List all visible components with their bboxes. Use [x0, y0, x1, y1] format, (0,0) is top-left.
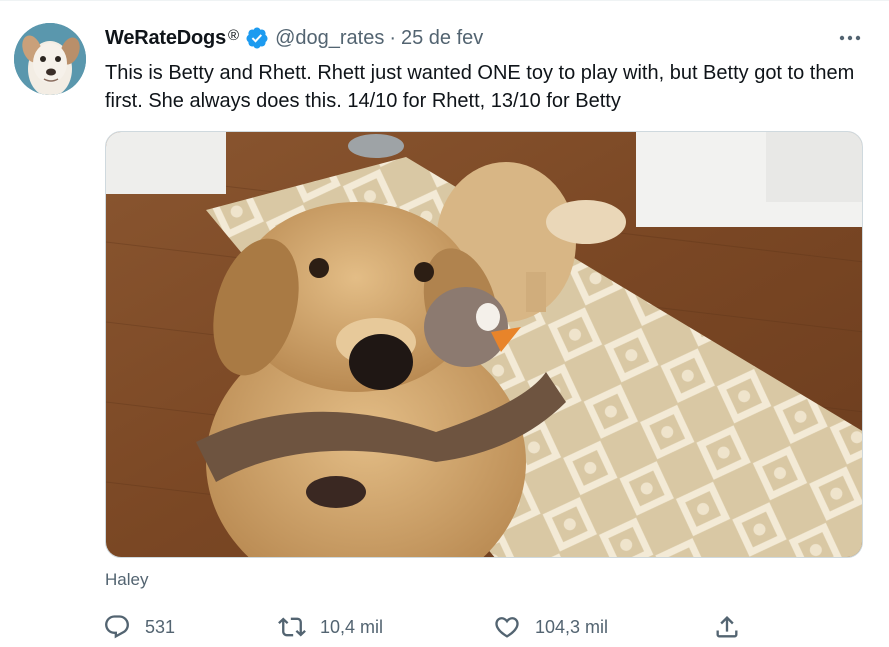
retweet-icon [278, 617, 306, 637]
reply-count: 531 [145, 616, 176, 637]
reply-icon [105, 615, 129, 639]
more-options-button[interactable] [835, 27, 865, 49]
avatar[interactable] [14, 23, 86, 95]
separator-dot: · [389, 26, 396, 49]
retweet-button[interactable]: 10,4 mil [278, 611, 383, 643]
media-caption[interactable]: Haley [105, 570, 148, 590]
tweet-photo[interactable] [105, 131, 863, 558]
heart-icon [495, 617, 519, 638]
like-count: 104,3 mil [535, 616, 609, 637]
share-icon [716, 616, 738, 638]
tweet-header: WeRateDogs ® @dog_rates · 25 de fev [105, 25, 483, 51]
tweet-text: This is Betty and Rhett. Rhett just want… [105, 62, 855, 112]
verified-badge-icon [245, 26, 269, 50]
user-handle[interactable]: @dog_rates [275, 27, 384, 50]
avatar-dog-image [14, 23, 86, 95]
tweet-date[interactable]: 25 de fev [401, 27, 483, 50]
tweet-card[interactable]: WeRateDogs ® @dog_rates · 25 de fev This… [0, 0, 889, 647]
display-name[interactable]: WeRateDogs [105, 27, 226, 50]
dog-photo-image [106, 132, 862, 557]
like-button[interactable]: 104,3 mil [493, 611, 608, 643]
share-button[interactable] [713, 611, 741, 643]
reply-button[interactable]: 531 [103, 611, 175, 643]
retweet-count: 10,4 mil [320, 616, 384, 637]
registered-mark: ® [228, 26, 240, 44]
tweet-actions: 531 10,4 mil 104,3 mil [103, 611, 753, 643]
more-options-icon [839, 35, 861, 41]
